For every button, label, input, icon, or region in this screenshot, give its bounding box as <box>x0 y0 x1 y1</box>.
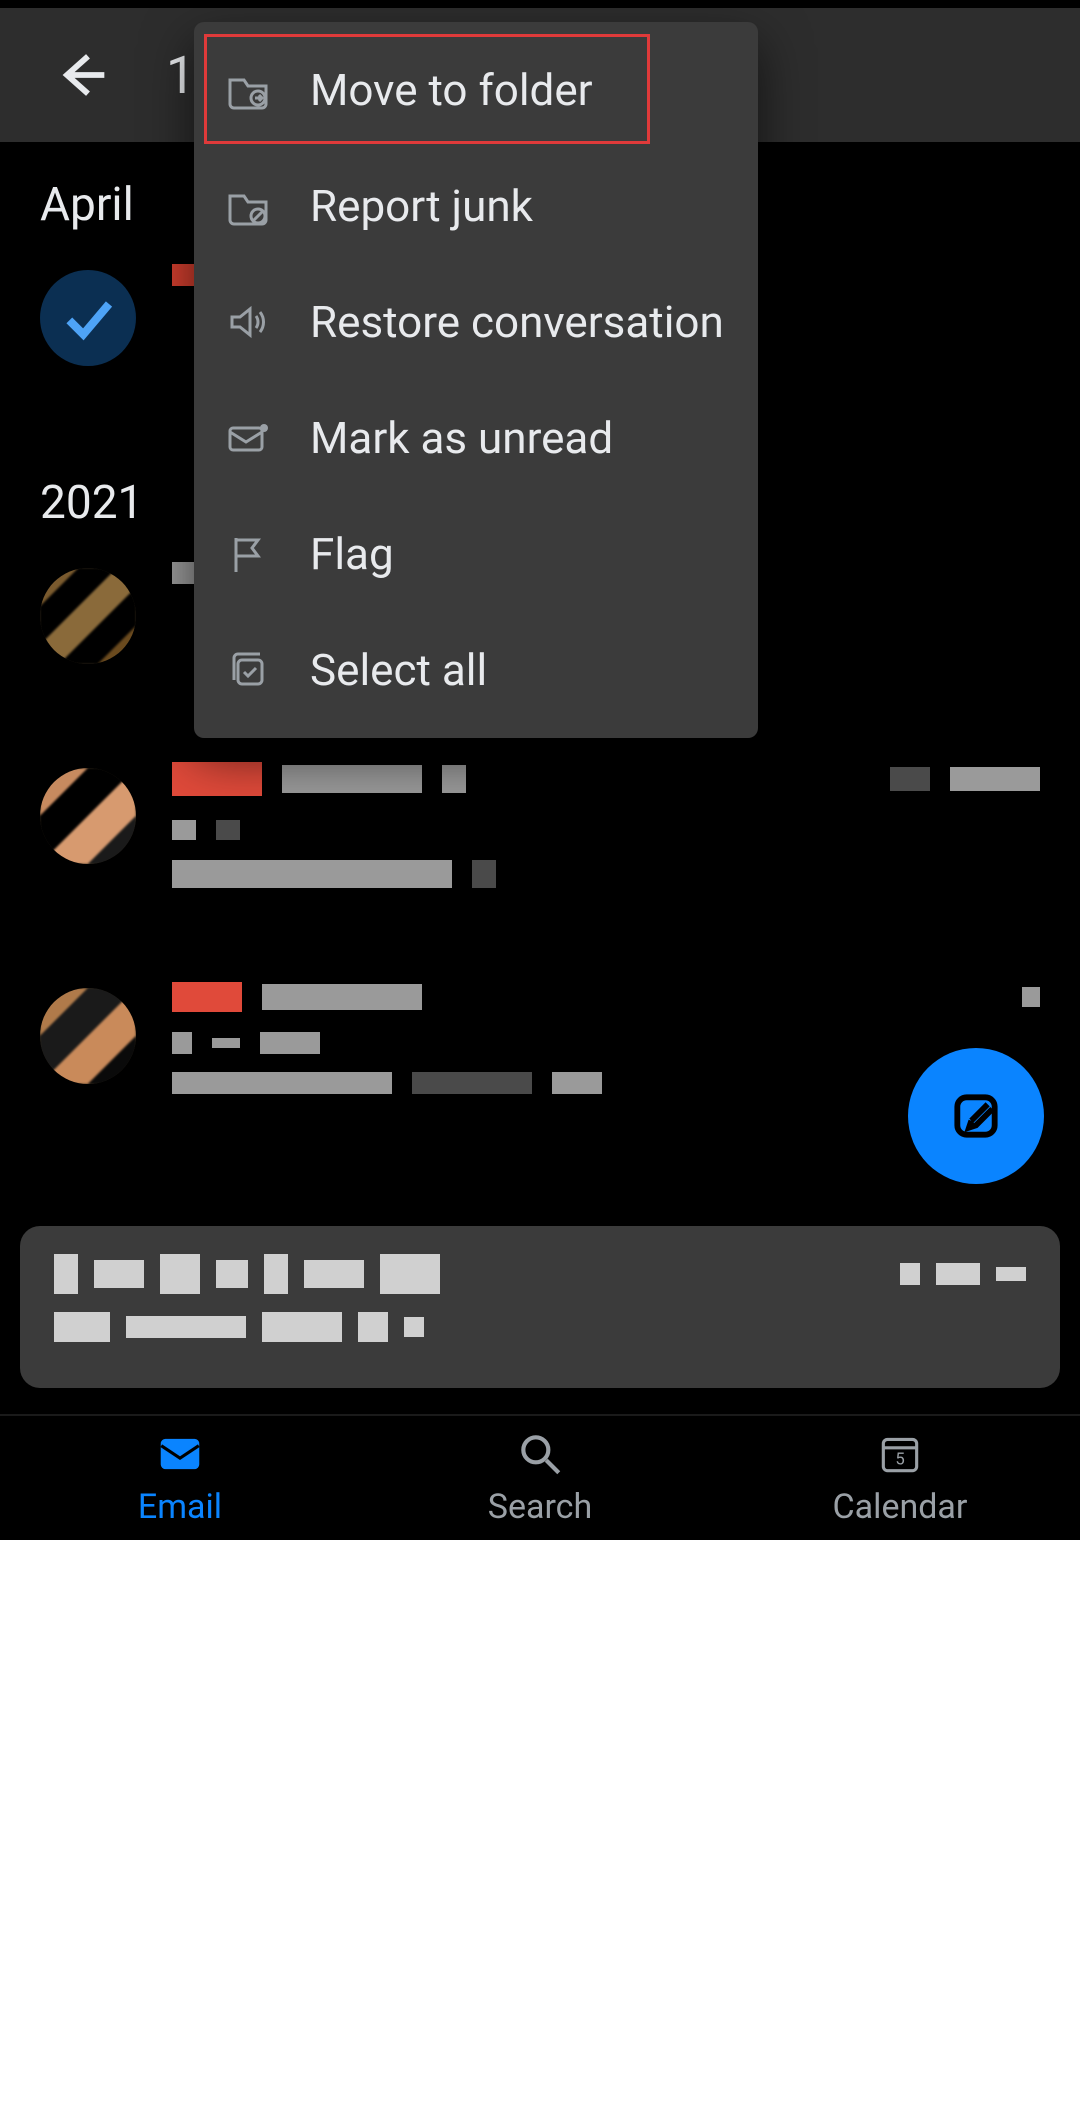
nav-label: Search <box>488 1487 592 1527</box>
folder-move-icon <box>222 64 274 116</box>
overflow-menu: Move to folder Report junk Restore conve… <box>194 22 758 738</box>
info-banner[interactable] <box>20 1226 1060 1388</box>
nav-search[interactable]: Search <box>360 1416 720 1540</box>
nav-label: Calendar <box>833 1487 968 1527</box>
nav-calendar[interactable]: 5 Calendar <box>720 1416 1080 1540</box>
search-icon <box>515 1429 565 1479</box>
menu-label: Restore conversation <box>310 296 724 348</box>
compose-button[interactable] <box>908 1048 1044 1184</box>
email-row-body <box>172 762 1040 888</box>
nav-label: Email <box>138 1487 222 1527</box>
letterbox <box>0 1540 1080 2124</box>
menu-item-report-junk[interactable]: Report junk <box>194 148 758 264</box>
speaker-icon <box>222 296 274 348</box>
compose-icon <box>948 1088 1004 1144</box>
selected-count: 1 <box>166 45 195 106</box>
selected-indicator[interactable] <box>40 270 136 366</box>
avatar[interactable] <box>40 768 136 864</box>
menu-label: Report junk <box>310 180 533 232</box>
check-icon <box>60 290 116 346</box>
arrow-left-icon <box>53 47 109 103</box>
avatar[interactable] <box>40 568 136 664</box>
nav-email[interactable]: Email <box>0 1416 360 1540</box>
menu-item-mark-unread[interactable]: Mark as unread <box>194 380 758 496</box>
menu-label: Mark as unread <box>310 412 613 464</box>
menu-item-select-all[interactable]: Select all <box>194 612 758 728</box>
flag-icon <box>222 528 274 580</box>
menu-label: Select all <box>310 644 487 696</box>
email-row-body <box>172 982 1040 1094</box>
mail-icon <box>155 1429 205 1479</box>
menu-label: Flag <box>310 528 394 580</box>
svg-text:5: 5 <box>895 1450 904 1469</box>
calendar-icon: 5 <box>875 1429 925 1479</box>
back-button[interactable] <box>36 30 126 120</box>
folder-block-icon <box>222 180 274 232</box>
avatar[interactable] <box>40 988 136 1084</box>
mail-unread-icon <box>222 412 274 464</box>
menu-item-restore-conversation[interactable]: Restore conversation <box>194 264 758 380</box>
bottom-nav: Email Search 5 Calendar <box>0 1416 1080 1540</box>
menu-item-flag[interactable]: Flag <box>194 496 758 612</box>
email-row[interactable] <box>0 750 1080 970</box>
select-all-icon <box>222 644 274 696</box>
menu-label: Move to folder <box>310 64 593 116</box>
menu-item-move-to-folder[interactable]: Move to folder <box>194 32 758 148</box>
